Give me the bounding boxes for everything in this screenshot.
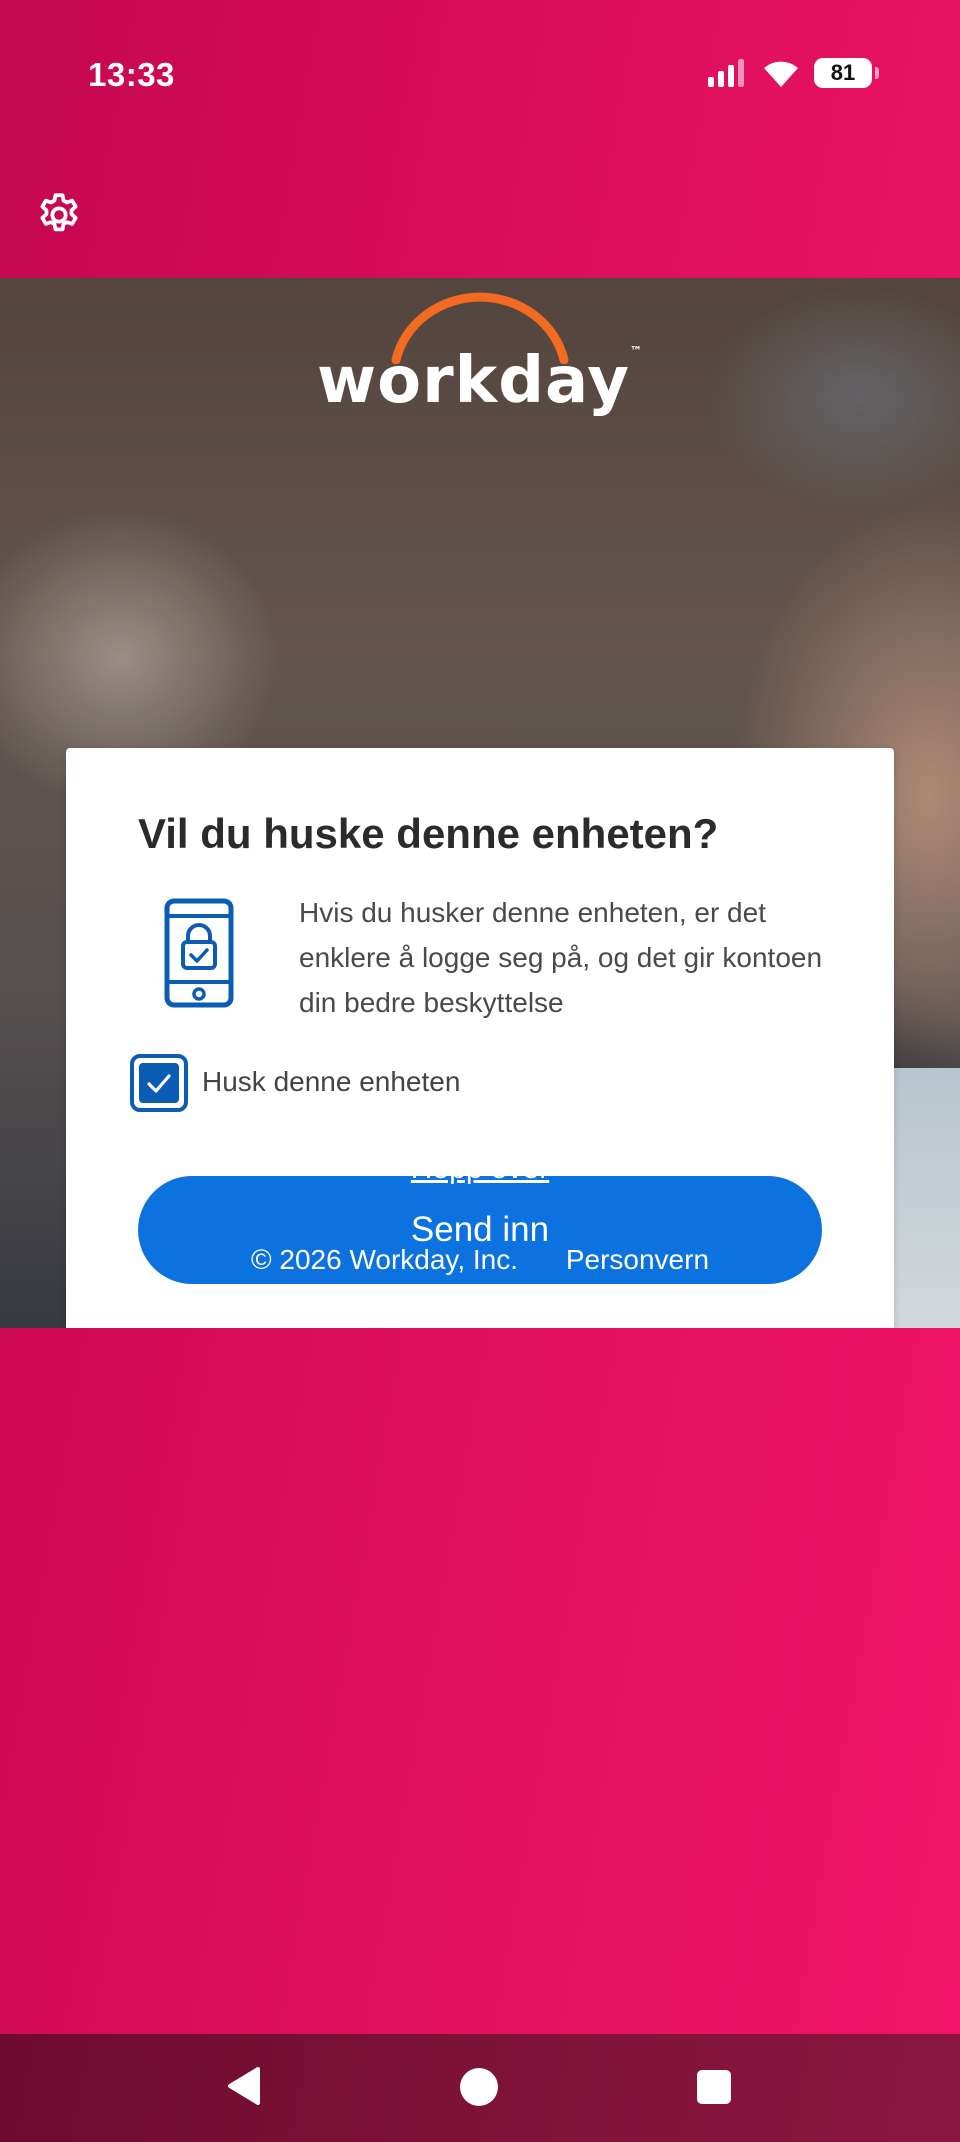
card-title: Vil du huske denne enheten? — [138, 810, 719, 857]
signal-icon — [708, 59, 744, 87]
gear-icon — [40, 193, 78, 232]
phone-lock-icon — [164, 898, 234, 1008]
settings-button[interactable] — [34, 190, 84, 240]
status-time: 13:33 — [88, 56, 175, 93]
workday-logo: workday™ — [0, 284, 960, 418]
footer: © 2026 Workday, Inc. Personvern — [0, 1244, 960, 1276]
recents-icon[interactable] — [697, 2070, 731, 2104]
remember-device-checkbox[interactable] — [130, 1054, 188, 1112]
logo-text: workday™ — [317, 344, 643, 418]
hero-background: workday™ Vil du huske denne enheten? Hvi… — [0, 278, 960, 1328]
status-bar: 13:33 81 — [0, 0, 960, 150]
status-icons: 81 — [708, 58, 879, 88]
skip-link: Hopp over — [0, 1152, 960, 1186]
copyright-text: © 2026 Workday, Inc. — [250, 1244, 519, 1275]
card-description: Hvis du husker denne enheten, er det enk… — [299, 897, 823, 1018]
remember-device-card: Vil du huske denne enheten? Hvis du husk… — [66, 748, 894, 1328]
privacy-link[interactable]: Personvern — [566, 1244, 709, 1275]
remember-device-label[interactable]: Husk denne enheten — [202, 1066, 460, 1098]
back-icon[interactable] — [226, 2066, 262, 2106]
battery-level: 81 — [830, 60, 856, 85]
home-icon[interactable] — [460, 2068, 498, 2106]
wifi-icon — [764, 61, 798, 87]
skip-link-text[interactable]: Hopp over — [411, 1152, 549, 1185]
system-nav-bar — [0, 2034, 960, 2142]
battery-icon: 81 — [814, 58, 879, 88]
checkmark-icon — [147, 1074, 171, 1093]
